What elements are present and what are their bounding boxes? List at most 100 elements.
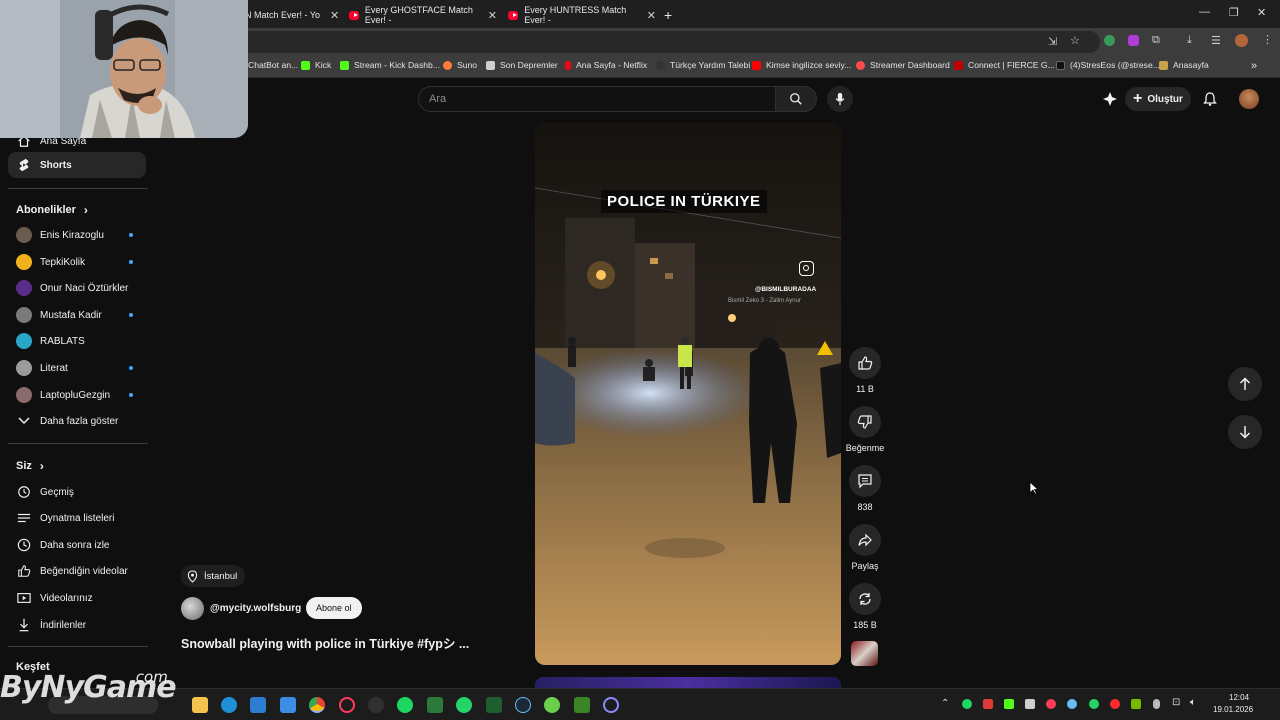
sidebar-item-subscription[interactable]: LaptopluGezgin — [8, 382, 146, 408]
close-tab-icon[interactable]: ✕ — [488, 9, 497, 22]
bookmark-item[interactable]: Son Depremler — [486, 60, 558, 70]
obs-icon[interactable] — [368, 697, 384, 713]
location-chip[interactable]: İstanbul — [181, 565, 246, 587]
subscriptions-heading[interactable]: Abonelikler › — [16, 203, 88, 217]
browser-tab[interactable]: Every GHOSTFACE Match Ever! - ✕ — [349, 4, 497, 26]
browser-tab[interactable]: N Match Ever! - Yo ✕ — [245, 4, 345, 26]
show-more-button[interactable]: Daha fazla göster — [8, 408, 146, 434]
extensions-puzzle-icon[interactable]: ⧉ — [1152, 34, 1160, 47]
sidebar-item-shorts[interactable]: Shorts — [8, 152, 146, 178]
tray-icon[interactable] — [1004, 699, 1014, 709]
bookmark-item[interactable]: Streamer Dashboard — [856, 60, 950, 70]
create-button[interactable]: + Oluştur — [1125, 87, 1191, 111]
bookmark-item[interactable]: Türkçe Yardım Talebi — [656, 60, 750, 70]
download-icon[interactable]: ⤓ — [1187, 34, 1192, 47]
bookmark-item[interactable]: Ana Sayfa - Netflix — [565, 60, 647, 70]
sidebar-item-history[interactable]: Geçmiş — [8, 479, 146, 505]
spotify-icon[interactable] — [397, 697, 413, 713]
bookmark-star-icon[interactable]: ☆ — [1070, 34, 1080, 47]
search-box[interactable] — [418, 86, 776, 112]
voice-search-button[interactable] — [827, 86, 853, 112]
you-heading[interactable]: Siz › — [16, 459, 44, 473]
whatsapp-icon[interactable] — [456, 697, 472, 713]
media-controls-icon[interactable]: ☰ — [1211, 34, 1221, 47]
like-button[interactable]: 11 B — [845, 347, 885, 394]
sidebar-item-subscription[interactable]: Onur Naci Öztürkler — [8, 275, 146, 301]
app-icon[interactable] — [603, 697, 619, 713]
tray-icon[interactable] — [983, 699, 993, 709]
file-explorer-icon[interactable] — [192, 697, 208, 713]
close-window-icon[interactable]: ✕ — [1257, 6, 1266, 19]
search-input[interactable] — [419, 87, 776, 111]
sidebar-item-subscription[interactable]: Enis Kirazoglu — [8, 222, 146, 248]
install-app-icon[interactable]: ⇲ — [1048, 35, 1057, 48]
bookmark-item[interactable]: ChatBot an... — [248, 60, 298, 70]
chrome-icon[interactable] — [309, 697, 325, 713]
sidebar-item-subscription[interactable]: TepkiKolik — [8, 249, 146, 275]
sound-thumbnail[interactable] — [851, 641, 878, 666]
previous-short-button[interactable] — [1228, 367, 1262, 401]
steam-icon[interactable] — [515, 697, 531, 713]
short-video-player[interactable]: POLICE IN TÜRKIYE @BISMILBURADAA Bismil … — [535, 123, 841, 665]
sidebar-item-playlists[interactable]: Oynatma listeleri — [8, 505, 146, 531]
minimize-icon[interactable]: — — [1199, 6, 1210, 18]
bookmark-item[interactable]: (4)StresEos (@strese... — [1056, 60, 1160, 70]
network-icon[interactable]: ⊡ — [1172, 697, 1180, 708]
more-bookmarks-icon[interactable]: » — [1251, 60, 1257, 72]
volume-icon[interactable]: 🔈︎ — [1190, 697, 1196, 708]
bookmark-item[interactable]: Connect | FIERCE G... — [954, 60, 1055, 70]
spotify-tray-icon[interactable] — [962, 699, 972, 709]
sidebar-item-subscription[interactable]: Mustafa Kadir — [8, 302, 146, 328]
dislike-button[interactable]: Beğenme — [845, 406, 885, 453]
tray-icon[interactable] — [1046, 699, 1056, 709]
sidebar-item-watch-later[interactable]: Daha sonra izle — [8, 532, 146, 558]
notifications-icon[interactable] — [1202, 91, 1218, 112]
channel-link[interactable]: @mycity.wolfsburg — [181, 597, 301, 620]
maximize-icon[interactable]: ❐ — [1229, 6, 1239, 19]
mail-icon[interactable] — [280, 697, 296, 713]
minecraft-icon[interactable] — [574, 697, 590, 713]
opera-icon[interactable] — [339, 697, 355, 713]
sidebar-item-subscription[interactable]: RABLATS — [8, 328, 146, 354]
extension-icon[interactable] — [1128, 35, 1139, 46]
subscribe-button[interactable]: Abone ol — [306, 597, 362, 619]
comments-button[interactable]: 838 — [845, 465, 885, 512]
bookmark-item[interactable]: Kimse ingilizce seviy... — [752, 60, 851, 70]
close-tab-icon[interactable]: ✕ — [330, 9, 339, 22]
close-tab-icon[interactable]: ✕ — [647, 9, 656, 22]
nvidia-tray-icon[interactable] — [1131, 699, 1141, 709]
search-button[interactable] — [775, 86, 817, 112]
bookmark-item[interactable]: Kick — [301, 60, 331, 70]
browser-tab[interactable]: Every HUNTRESS Match Ever! - ✕ — [508, 4, 656, 26]
clock-time[interactable]: 12:04 — [1229, 693, 1249, 702]
sidebar-item-downloads[interactable]: İndirilenler — [8, 612, 146, 638]
tray-icon[interactable] — [1089, 699, 1099, 709]
sidebar-item-subscription[interactable]: Literat — [8, 355, 146, 381]
new-tab-button[interactable]: + — [664, 4, 678, 26]
extension-icon[interactable] — [1104, 35, 1115, 46]
remix-button[interactable]: 185 B — [845, 583, 885, 630]
tray-overflow-icon[interactable]: ⌃ — [941, 698, 949, 709]
kebab-menu-icon[interactable]: ⋮ — [1262, 33, 1273, 46]
sparkle-icon[interactable] — [1102, 91, 1118, 112]
tray-icon[interactable] — [1110, 699, 1120, 709]
store-icon[interactable] — [250, 697, 266, 713]
edge-icon[interactable] — [221, 697, 237, 713]
profile-avatar-icon[interactable] — [1235, 34, 1248, 47]
clock-date[interactable]: 19.01.2026 — [1213, 705, 1253, 714]
account-avatar[interactable] — [1239, 89, 1259, 109]
bookmark-item[interactable]: Anasayfa — [1159, 60, 1209, 70]
app-icon[interactable] — [544, 697, 560, 713]
sidebar-item-your-videos[interactable]: Videolarınız — [8, 585, 146, 611]
sidebar-item-liked-videos[interactable]: Beğendiğin videolar — [8, 558, 146, 584]
share-button[interactable]: Paylaş — [845, 524, 885, 571]
bookmark-item[interactable]: Stream - Kick Dashb... — [340, 60, 440, 70]
short-title[interactable]: Snowball playing with police in Türkiye … — [181, 633, 469, 652]
address-bar[interactable]: ⇲ ☆ — [240, 31, 1100, 53]
next-short-button[interactable] — [1228, 415, 1262, 449]
steam-tray-icon[interactable] — [1067, 699, 1077, 709]
bookmark-item[interactable]: Suno — [443, 60, 477, 70]
microphone-tray-icon[interactable] — [1153, 699, 1160, 709]
nvidia-icon[interactable] — [427, 697, 443, 713]
tray-icon[interactable] — [1025, 699, 1035, 709]
